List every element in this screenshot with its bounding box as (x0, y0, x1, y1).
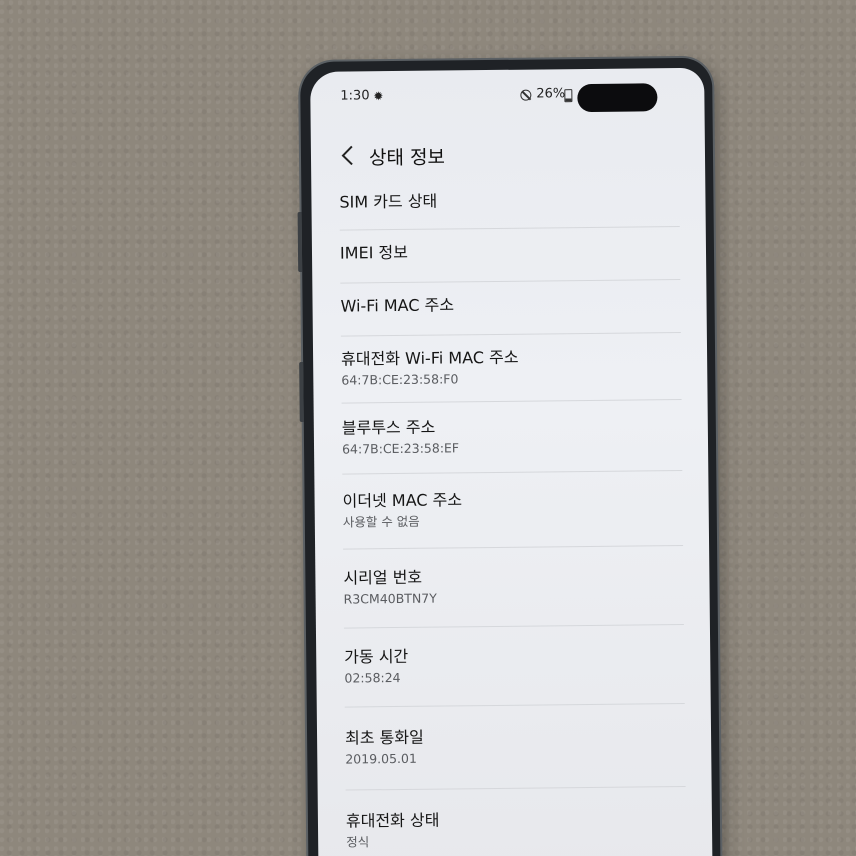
list-item-value: 사용할 수 없음 (342, 513, 420, 530)
phone-device: 1:30 ✹ 26% 상태 정보 SIM 카드 상태 IMEI 정보 Wi-Fi… (297, 57, 721, 856)
battery-icon (564, 89, 573, 103)
back-button[interactable] (337, 141, 359, 169)
list-item-first-call-date[interactable]: 최초 통화일 2019.05.01 (317, 704, 712, 790)
list-item-value: 64:7B:CE:23:58:EF (341, 440, 460, 457)
list-item-value: 02:58:24 (344, 669, 401, 686)
list-item-wifi-mac[interactable]: Wi-Fi MAC 주소 (312, 280, 707, 336)
bixby-button (299, 361, 304, 423)
list-item-title: 시리얼 번호 (343, 567, 423, 588)
app-header: 상태 정보 (311, 130, 705, 178)
list-item-title: SIM 카드 상태 (339, 191, 438, 212)
list-item-serial-number[interactable]: 시리얼 번호 R3CM40BTN7Y (315, 546, 710, 628)
list-item-value: R3CM40BTN7Y (343, 590, 437, 607)
list-item-title: IMEI 정보 (339, 242, 408, 263)
list-item-value: 64:7B:CE:23:58:F0 (341, 371, 459, 388)
do-not-disturb-icon (520, 89, 532, 101)
list-item-ethernet-mac[interactable]: 이더넷 MAC 주소 사용할 수 없음 (314, 471, 709, 549)
list-item-title: 휴대전화 Wi-Fi MAC 주소 (341, 347, 519, 369)
list-item-sim-status[interactable]: SIM 카드 상태 (311, 188, 705, 222)
list-item-title: 가동 시간 (344, 646, 409, 667)
list-item-title: 이더넷 MAC 주소 (342, 490, 463, 511)
page-title: 상태 정보 (368, 146, 446, 170)
list-item-value: 정식 (346, 834, 370, 850)
list-item-imei[interactable]: IMEI 정보 (312, 227, 707, 283)
list-item-phone-wifi-mac[interactable]: 휴대전화 Wi-Fi MAC 주소 64:7B:CE:23:58:F0 (313, 333, 708, 403)
list-item-title: 휴대전화 상태 (345, 810, 440, 831)
chevron-left-icon (341, 145, 353, 166)
gear-icon: ✹ (373, 89, 384, 104)
list-item-value: 2019.05.01 (345, 750, 417, 767)
list-item-bluetooth-address[interactable]: 블루투스 주소 64:7B:CE:23:58:EF (314, 400, 709, 474)
status-time: 1:30 (340, 88, 370, 104)
phone-screen: 1:30 ✹ 26% 상태 정보 SIM 카드 상태 IMEI 정보 Wi-Fi… (310, 67, 713, 856)
volume-button (297, 211, 303, 273)
status-info-list: SIM 카드 상태 IMEI 정보 Wi-Fi MAC 주소 휴대전화 Wi-F… (311, 188, 712, 856)
list-item-title: Wi-Fi MAC 주소 (340, 295, 455, 316)
status-bar: 1:30 ✹ 26% (310, 68, 704, 113)
list-item-uptime[interactable]: 가동 시간 02:58:24 (316, 625, 711, 707)
front-camera-cutout (577, 83, 658, 113)
list-item-phone-status[interactable]: 휴대전화 상태 정식 (318, 787, 713, 856)
battery-percent: 26% (536, 86, 566, 102)
list-item-title: 블루투스 주소 (341, 417, 436, 438)
list-item-title: 최초 통화일 (344, 727, 424, 748)
